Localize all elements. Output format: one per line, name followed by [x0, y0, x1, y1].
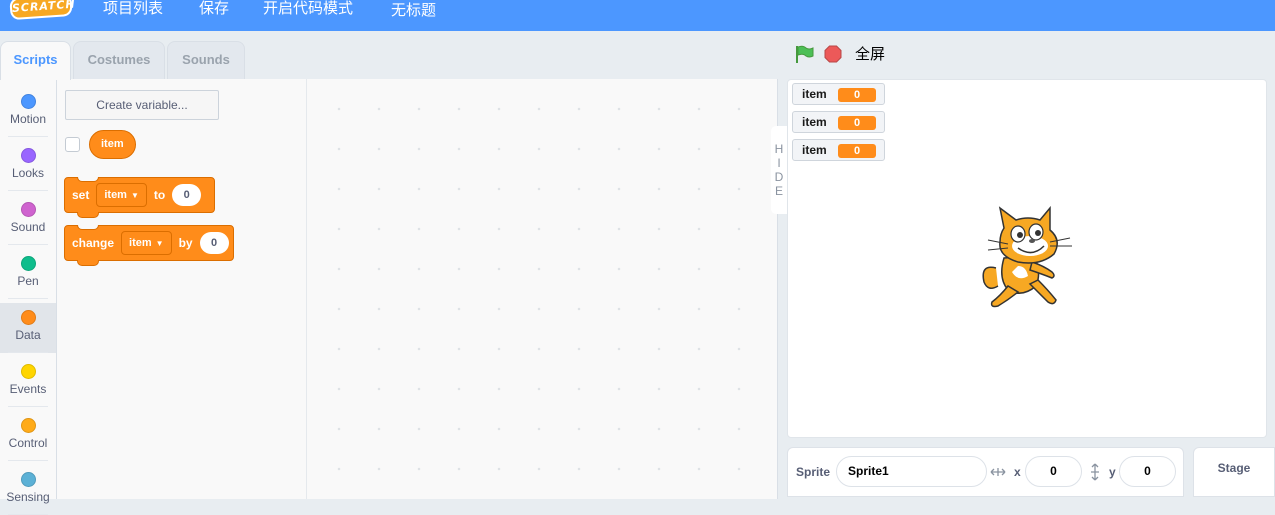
set-variable-dropdown[interactable]: item ▼ — [96, 183, 147, 207]
category-divider — [8, 244, 48, 245]
category-dot-icon — [20, 94, 36, 109]
category-data[interactable]: Data — [0, 303, 56, 353]
script-workspace[interactable] — [306, 79, 778, 499]
sprite-name-input[interactable]: Sprite1 — [836, 456, 987, 487]
category-divider — [8, 460, 48, 461]
menu-bar: SCRATCH 项目列表 保存 开启代码模式 无标题 — [0, 0, 1275, 31]
category-control[interactable]: Control — [0, 411, 56, 461]
tab-costumes[interactable]: Costumes — [73, 41, 165, 79]
category-label: Data — [15, 328, 41, 342]
tab-sounds[interactable]: Sounds — [167, 41, 245, 79]
category-label: Control — [8, 436, 48, 450]
set-variable-block[interactable]: set item ▼ to 0 — [64, 177, 215, 218]
chevron-down-icon: ▼ — [155, 239, 164, 248]
category-sensing[interactable]: Sensing — [0, 465, 56, 515]
stage-selector-label: Stage — [1217, 461, 1251, 475]
cat-sprite-icon[interactable] — [978, 206, 1078, 312]
category-divider — [8, 298, 48, 299]
set-value-input[interactable]: 0 — [172, 184, 202, 206]
category-dot-icon — [20, 364, 36, 379]
category-motion[interactable]: Motion — [0, 87, 56, 137]
category-dot-icon — [20, 148, 36, 163]
tab-scripts[interactable]: Scripts — [0, 41, 71, 80]
variable-monitor[interactable]: item 0 — [792, 139, 885, 161]
x-position-input[interactable]: 0 — [1025, 456, 1082, 487]
category-divider — [8, 406, 48, 407]
stop-icon[interactable] — [824, 45, 842, 63]
hide-letter: E — [774, 184, 783, 198]
hide-stage-button[interactable]: H I D E — [771, 126, 787, 214]
chevron-down-icon: ▼ — [130, 191, 139, 200]
category-dot-icon — [20, 256, 36, 271]
fullscreen-button[interactable]: 全屏 — [855, 45, 885, 63]
monitor-value: 0 — [838, 88, 876, 102]
y-position-input[interactable]: 0 — [1119, 456, 1176, 487]
set-block-label: set — [72, 188, 90, 202]
hide-letter: H — [774, 142, 784, 156]
change-variable-block[interactable]: change item ▼ by 0 — [64, 225, 234, 266]
stage[interactable]: item 0 item 0 item 0 — [787, 79, 1267, 438]
category-label: Events — [9, 382, 47, 396]
monitor-label: item — [802, 87, 827, 101]
y-label: y — [1109, 465, 1116, 479]
hide-letter: I — [777, 156, 781, 170]
category-dot-icon — [20, 310, 36, 325]
category-divider — [8, 352, 48, 353]
category-menu: Motion Looks Sound Pen Data Events Control Sens… — [0, 79, 57, 515]
change-dropdown-value: item — [129, 237, 152, 249]
category-label: Pen — [17, 274, 39, 288]
category-label: Sensing — [6, 490, 50, 504]
category-label: Sound — [10, 220, 46, 234]
stage-selector[interactable]: Stage — [1193, 447, 1275, 497]
x-label: x — [1014, 465, 1021, 479]
monitor-label: item — [802, 115, 827, 129]
green-flag-icon[interactable] — [795, 45, 815, 63]
monitor-value: 0 — [838, 144, 876, 158]
set-dropdown-value: item — [104, 189, 127, 201]
sprite-label: Sprite — [796, 465, 831, 479]
variable-monitor-checkbox[interactable] — [65, 137, 80, 152]
change-value-input[interactable]: 0 — [199, 232, 229, 254]
category-sound[interactable]: Sound — [0, 195, 56, 245]
set-block-to-label: to — [153, 188, 166, 202]
change-variable-dropdown[interactable]: item ▼ — [121, 231, 172, 255]
category-pen[interactable]: Pen — [0, 249, 56, 299]
variable-monitor[interactable]: item 0 — [792, 83, 885, 105]
horizontal-arrows-icon — [990, 468, 1006, 476]
category-events[interactable]: Events — [0, 357, 56, 407]
variable-monitor[interactable]: item 0 — [792, 111, 885, 133]
category-divider — [8, 190, 48, 191]
change-block-by-label: by — [178, 236, 193, 250]
menu-project-list[interactable]: 项目列表 — [103, 0, 163, 17]
category-looks[interactable]: Looks — [0, 141, 56, 191]
hide-letter: D — [774, 170, 784, 184]
block-palette: Create variable... item set item ▼ to 0 c… — [57, 79, 306, 499]
variable-reporter-item[interactable]: item — [89, 130, 136, 159]
category-dot-icon — [20, 418, 36, 433]
project-title[interactable]: 无标题 — [391, 2, 436, 19]
monitor-value: 0 — [838, 116, 876, 130]
monitor-label: item — [802, 143, 827, 157]
vertical-arrows-icon — [1091, 463, 1099, 481]
sprite-info-panel: Sprite Sprite1 x 0 y 0 — [787, 447, 1184, 497]
category-divider — [8, 136, 48, 137]
scratch-logo[interactable]: SCRATCH — [9, 0, 76, 21]
category-dot-icon — [20, 202, 36, 217]
category-label: Motion — [9, 112, 47, 126]
menu-code-mode[interactable]: 开启代码模式 — [263, 0, 353, 17]
change-block-label: change — [72, 236, 115, 250]
category-label: Looks — [11, 166, 45, 180]
category-dot-icon — [20, 472, 36, 487]
menu-save[interactable]: 保存 — [199, 0, 229, 17]
create-variable-button[interactable]: Create variable... — [65, 90, 219, 120]
